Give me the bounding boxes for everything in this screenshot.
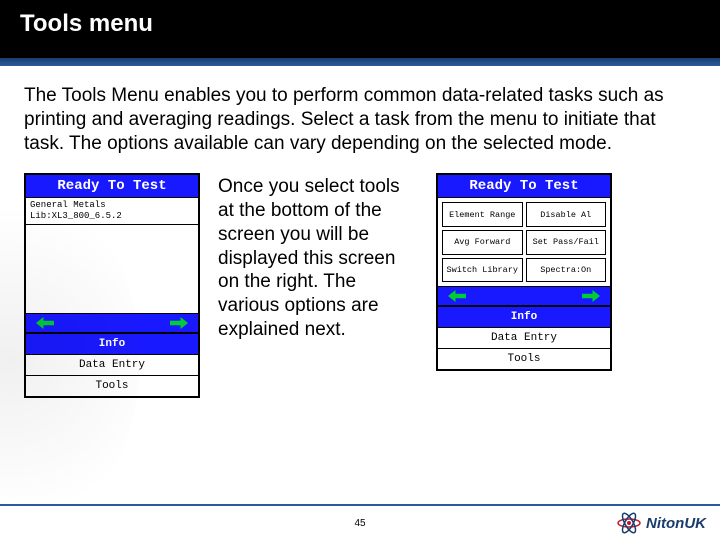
arrow-left-icon[interactable] [448, 290, 466, 302]
header-stripe [0, 58, 720, 66]
content-area: The Tools Menu enables you to perform co… [0, 66, 720, 398]
title-bar: Tools menu [0, 0, 720, 58]
device-screenshot-right: Ready To Test Element Range Disable Al A… [436, 173, 612, 371]
arrow-right-icon[interactable] [170, 317, 188, 329]
footer: 45 NitonUK [0, 506, 720, 540]
intro-paragraph: The Tools Menu enables you to perform co… [24, 84, 664, 155]
panels-row: Ready To Test General Metals Lib:XL3_800… [24, 173, 696, 398]
tool-set-pass-fail[interactable]: Set Pass/Fail [526, 230, 607, 255]
device-body-blank [26, 225, 198, 313]
tool-avg-forward[interactable]: Avg Forward [442, 230, 523, 255]
menu-data-entry[interactable]: Data Entry [438, 327, 610, 348]
menu-info[interactable]: Info [438, 306, 610, 327]
tool-disable-al[interactable]: Disable Al [526, 202, 607, 227]
menu-tools[interactable]: Tools [26, 375, 198, 396]
device-header: Ready To Test [438, 175, 610, 198]
menu-data-entry[interactable]: Data Entry [26, 354, 198, 375]
tool-spectra-on[interactable]: Spectra:On [526, 258, 607, 283]
menu-tools[interactable]: Tools [438, 348, 610, 369]
device-arrow-bar [438, 286, 610, 306]
device-arrow-bar [26, 313, 198, 333]
device-screenshot-left: Ready To Test General Metals Lib:XL3_800… [24, 173, 200, 398]
device-subheader: General Metals Lib:XL3_800_6.5.2 [26, 198, 198, 225]
menu-info[interactable]: Info [26, 333, 198, 354]
page-number: 45 [354, 518, 365, 529]
middle-description: Once you select tools at the bottom of t… [218, 173, 418, 341]
page-title: Tools menu [20, 10, 700, 38]
arrow-right-icon[interactable] [582, 290, 600, 302]
atom-icon [616, 512, 642, 534]
device-sub-line1: General Metals [30, 200, 194, 211]
tool-element-range[interactable]: Element Range [442, 202, 523, 227]
device-tools-grid: Element Range Disable Al Avg Forward Set… [438, 198, 610, 286]
tool-switch-library[interactable]: Switch Library [442, 258, 523, 283]
arrow-left-icon[interactable] [36, 317, 54, 329]
brand-logo: NitonUK [616, 512, 706, 534]
device-sub-line2: Lib:XL3_800_6.5.2 [30, 211, 194, 222]
brand-name: NitonUK [646, 515, 706, 532]
device-header: Ready To Test [26, 175, 198, 198]
